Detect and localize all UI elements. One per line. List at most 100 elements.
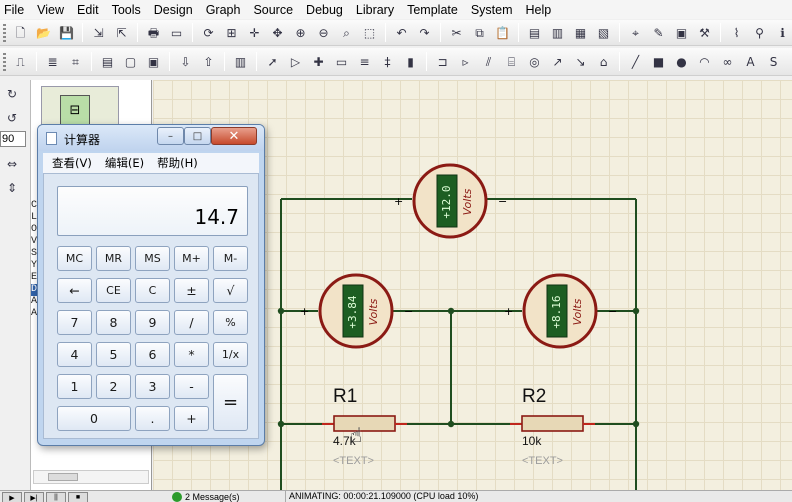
graph-icon[interactable]: ⫽ — [479, 52, 499, 72]
remove-sheet-icon[interactable]: ▣ — [144, 52, 164, 72]
block-delete-icon[interactable]: ▧ — [594, 23, 614, 43]
wire-autorouter-icon[interactable]: ⌇ — [727, 23, 747, 43]
save-icon[interactable]: 💾 — [57, 23, 77, 43]
sim-control-button[interactable]: ▶| — [24, 492, 44, 502]
undo-icon[interactable]: ↶ — [392, 23, 412, 43]
print-icon[interactable]: 🖶 — [144, 23, 164, 43]
key-9[interactable]: 9 — [135, 310, 170, 335]
menu-help[interactable]: Help — [526, 3, 552, 17]
key-C[interactable]: C — [135, 278, 170, 303]
paste-icon[interactable]: 📋 — [493, 23, 513, 43]
horizontal-scrollbar[interactable] — [33, 470, 149, 484]
key-1/x[interactable]: 1/x — [213, 342, 248, 367]
path-icon[interactable]: ∞ — [718, 52, 738, 72]
key--[interactable]: - — [174, 374, 209, 399]
menu-template[interactable]: Template — [407, 3, 458, 17]
menu-system[interactable]: System — [471, 3, 513, 17]
arc-icon[interactable]: ◠ — [695, 52, 715, 72]
copy-icon[interactable]: ⧉ — [470, 23, 490, 43]
key-*[interactable]: * — [174, 342, 209, 367]
open-folder-icon[interactable]: 📂 — [34, 23, 54, 43]
zoom-in-icon[interactable]: ⊕ — [291, 23, 311, 43]
cut-icon[interactable]: ✂ — [447, 23, 467, 43]
box-icon[interactable]: ■ — [649, 52, 669, 72]
mirror-h-icon[interactable]: ⇔ — [2, 154, 22, 174]
pick-device-icon[interactable]: ⌖ — [626, 23, 646, 43]
sim-control-button[interactable]: ▶ — [2, 492, 22, 502]
netlist-icon[interactable]: ⌗ — [66, 52, 86, 72]
generator-icon[interactable]: ◎ — [525, 52, 545, 72]
key-CE[interactable]: CE — [96, 278, 131, 303]
zoom-child-icon[interactable]: ⇩ — [176, 52, 196, 72]
rotate-ccw-icon[interactable]: ↺ — [2, 108, 22, 128]
bill-icon[interactable]: ≣ — [43, 52, 63, 72]
design-explorer-icon[interactable]: ▤ — [98, 52, 118, 72]
menu-tools[interactable]: Tools — [112, 3, 141, 17]
text-script-icon[interactable]: ≡ — [355, 52, 375, 72]
bus-icon[interactable]: ‡ — [378, 52, 398, 72]
origin-icon[interactable]: ✛ — [245, 23, 265, 43]
toolbar-grip[interactable] — [3, 23, 6, 42]
block-copy-icon[interactable]: ▤ — [525, 23, 545, 43]
export-icon[interactable]: ⇱ — [112, 23, 132, 43]
key-MS[interactable]: MS — [135, 246, 170, 271]
search-tag-icon[interactable]: ⚲ — [750, 23, 770, 43]
key-±[interactable]: ± — [174, 278, 209, 303]
key-3[interactable]: 3 — [135, 374, 170, 399]
select-icon[interactable]: ➚ — [263, 52, 283, 72]
schematic-icon[interactable]: ⎍ — [11, 52, 31, 72]
pin-icon[interactable]: ▹ — [456, 52, 476, 72]
virtual-instrument-icon[interactable]: ⌂ — [594, 52, 614, 72]
marker-icon[interactable]: ✛ — [787, 52, 792, 72]
packaging-icon[interactable]: ▣ — [672, 23, 692, 43]
menu-graph[interactable]: Graph — [206, 3, 241, 17]
key-+[interactable]: + — [174, 406, 209, 431]
pan-icon[interactable]: ✥ — [268, 23, 288, 43]
calc-menu-item[interactable]: 帮助(H) — [157, 155, 198, 171]
maximize-button[interactable]: □ — [184, 127, 211, 145]
menu-edit[interactable]: Edit — [77, 3, 99, 17]
junction-icon[interactable]: ✚ — [309, 52, 329, 72]
key-←[interactable]: ← — [57, 278, 92, 303]
key-MR[interactable]: MR — [96, 246, 131, 271]
key-2[interactable]: 2 — [96, 374, 131, 399]
exit-parent-icon[interactable]: ⇧ — [199, 52, 219, 72]
probe-i-icon[interactable]: ↘ — [571, 52, 591, 72]
rotate-cw-icon[interactable]: ↻ — [2, 84, 22, 104]
key-8[interactable]: 8 — [96, 310, 131, 335]
key-=[interactable]: = — [213, 374, 248, 431]
import-icon[interactable]: ⇲ — [89, 23, 109, 43]
key-6[interactable]: 6 — [135, 342, 170, 367]
ares-icon[interactable]: ▥ — [231, 52, 251, 72]
menu-debug[interactable]: Debug — [306, 3, 343, 17]
menu-view[interactable]: View — [37, 3, 64, 17]
circle-icon[interactable]: ● — [672, 52, 692, 72]
rotation-field[interactable] — [0, 131, 26, 147]
zoom-all-icon[interactable]: ⌕ — [337, 23, 357, 43]
close-button[interactable]: ✕ — [211, 127, 257, 145]
sim-control-button[interactable]: ■ — [68, 492, 88, 502]
key-M-[interactable]: M- — [213, 246, 248, 271]
message-indicator[interactable]: 2 Message(s) — [172, 492, 240, 502]
menu-design[interactable]: Design — [154, 3, 193, 17]
key-4[interactable]: 4 — [57, 342, 92, 367]
new-file-icon[interactable]: 🗋 — [11, 23, 31, 43]
calculator-title-bar[interactable]: 计算器 – □ ✕ — [38, 125, 264, 151]
mirror-v-icon[interactable]: ⇕ — [2, 178, 22, 198]
calc-menu-item[interactable]: 查看(V) — [52, 155, 92, 171]
calc-menu-item[interactable]: 编辑(E) — [105, 155, 144, 171]
text-icon[interactable]: A — [741, 52, 761, 72]
key-/[interactable]: / — [174, 310, 209, 335]
subcircuit-icon[interactable]: ▮ — [401, 52, 421, 72]
key-1[interactable]: 1 — [57, 374, 92, 399]
block-move-icon[interactable]: ▥ — [548, 23, 568, 43]
component-icon[interactable]: ▷ — [286, 52, 306, 72]
probe-v-icon[interactable]: ↗ — [548, 52, 568, 72]
terminal-icon[interactable]: ⊐ — [433, 52, 453, 72]
make-device-icon[interactable]: ✎ — [649, 23, 669, 43]
key-M+[interactable]: M+ — [174, 246, 209, 271]
sim-control-button[interactable]: || — [46, 492, 66, 502]
property-tool-icon[interactable]: ℹ — [773, 23, 792, 43]
decompose-icon[interactable]: ⚒ — [695, 23, 715, 43]
menu-library[interactable]: Library — [356, 3, 394, 17]
